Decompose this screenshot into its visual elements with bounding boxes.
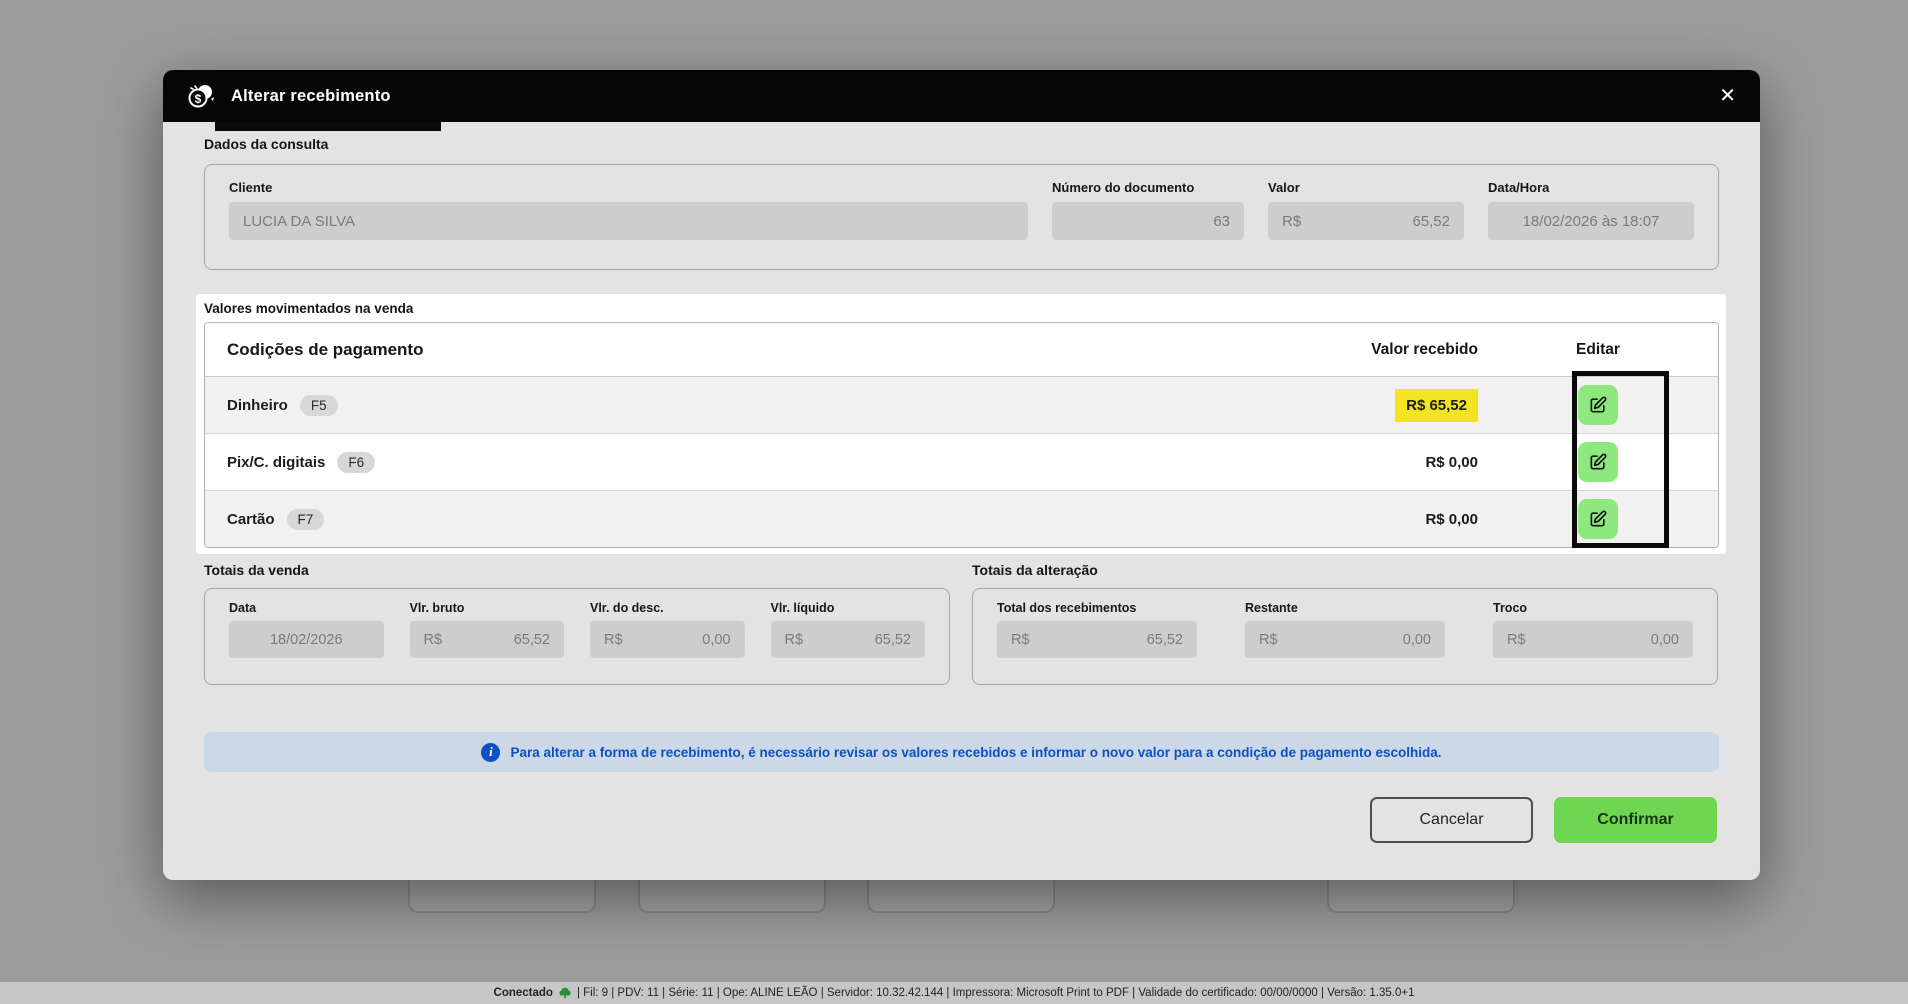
col-payment-header: Codições de pagamento — [227, 339, 424, 359]
header-fragment — [215, 122, 441, 131]
info-banner-text: Para alterar a forma de recebimento, é n… — [510, 744, 1442, 760]
dialog-title: Alterar recebimento — [231, 86, 391, 105]
restante-field: R$ 0,00 — [1245, 621, 1445, 658]
troco-label: Troco — [1493, 601, 1528, 615]
alterar-recebimento-dialog: $ Alterar recebimento ✕ Dados da consult… — [163, 70, 1760, 880]
edit-pencil-icon — [1588, 395, 1608, 415]
col-edit-header: Editar — [1576, 340, 1620, 358]
table-header-row: Codições de pagamento Valor recebido Edi… — [205, 323, 1718, 377]
cliente-field: LUCIA DA SILVA — [229, 202, 1028, 240]
shortcut-badge: F5 — [299, 394, 338, 416]
edit-dinheiro-button[interactable] — [1578, 385, 1618, 425]
vlr-liquido-field: R$ 65,52 — [770, 621, 925, 658]
valores-section-title: Valores movimentados na venda — [204, 301, 414, 316]
valor-field: R$ 65,52 — [1268, 202, 1464, 240]
restante-label: Restante — [1245, 601, 1298, 615]
totais-alteracao-title: Totais da alteração — [972, 562, 1098, 578]
total-recebimentos-label: Total dos recebimentos — [997, 601, 1137, 615]
svg-text:$: $ — [195, 92, 202, 106]
edit-cartao-button[interactable] — [1578, 499, 1618, 539]
vlr-desc-field: R$ 0,00 — [590, 621, 745, 658]
shortcut-badge: F6 — [337, 451, 376, 473]
dialog-header: $ Alterar recebimento ✕ — [163, 70, 1760, 122]
totais-venda-title: Totais da venda — [204, 562, 309, 578]
vlr-bruto-label: Vlr. bruto — [409, 601, 465, 615]
received-value: R$ 0,00 — [1425, 453, 1478, 471]
payment-name: Cartão — [227, 510, 275, 528]
edit-pix-button[interactable] — [1578, 442, 1618, 482]
vlr-bruto-field: R$ 65,52 — [409, 621, 564, 658]
received-value: R$ 0,00 — [1425, 510, 1478, 528]
totais-venda-fieldset: Data 18/02/2026 Vlr. bruto R$ 65,52 Vlr.… — [204, 588, 950, 685]
valor-label: Valor — [1268, 180, 1300, 195]
table-row-dinheiro: Dinheiro F5 R$ 65,52 — [205, 377, 1718, 434]
cancel-button[interactable]: Cancelar — [1370, 797, 1533, 843]
status-bar: Conectado | Fil: 9 | PDV: 11 | Série: 11… — [0, 982, 1908, 1004]
vlr-liquido-label: Vlr. líquido — [770, 601, 835, 615]
edit-pencil-icon — [1588, 452, 1608, 472]
close-icon[interactable]: ✕ — [1719, 86, 1736, 106]
troco-field: R$ 0,00 — [1493, 621, 1693, 658]
payment-name: Dinheiro — [227, 396, 288, 414]
totais-alteracao-fieldset: Total dos recebimentos R$ 65,52 Restante… — [972, 588, 1718, 685]
connection-status: Conectado — [493, 987, 553, 999]
col-value-header: Valor recebido — [1371, 340, 1478, 358]
received-value-highlighted: R$ 65,52 — [1395, 388, 1478, 422]
data-label: Data — [229, 601, 257, 615]
status-details: | Fil: 9 | PDV: 11 | Série: 11 | Ope: AL… — [576, 987, 1415, 999]
datahora-label: Data/Hora — [1488, 180, 1550, 195]
consulta-fieldset: Cliente LUCIA DA SILVA Número do documen… — [204, 164, 1719, 270]
datahora-field: 18/02/2026 às 18:07 — [1488, 202, 1694, 240]
shortcut-badge: F7 — [286, 508, 325, 530]
money-exchange-icon: $ — [187, 82, 217, 110]
table-row-pix: Pix/C. digitais F6 R$ 0,00 — [205, 434, 1718, 491]
data-field: 18/02/2026 — [229, 621, 384, 658]
vlr-desc-label: Vlr. do desc. — [590, 601, 664, 615]
payment-conditions-table: Codições de pagamento Valor recebido Edi… — [204, 322, 1719, 548]
info-banner: i Para alterar a forma de recebimento, é… — [204, 732, 1719, 772]
table-row-cartao: Cartão F7 R$ 0,00 — [205, 491, 1718, 547]
consulta-section-title: Dados da consulta — [204, 136, 329, 152]
total-recebimentos-field: R$ 65,52 — [997, 621, 1197, 658]
cliente-label: Cliente — [229, 180, 273, 195]
documento-field: 63 — [1052, 202, 1244, 240]
edit-pencil-icon — [1588, 509, 1608, 529]
payment-name: Pix/C. digitais — [227, 453, 326, 471]
tree-icon — [558, 986, 572, 1000]
documento-label: Número do documento — [1052, 180, 1195, 195]
info-icon: i — [481, 742, 501, 762]
confirm-button[interactable]: Confirmar — [1554, 797, 1717, 843]
